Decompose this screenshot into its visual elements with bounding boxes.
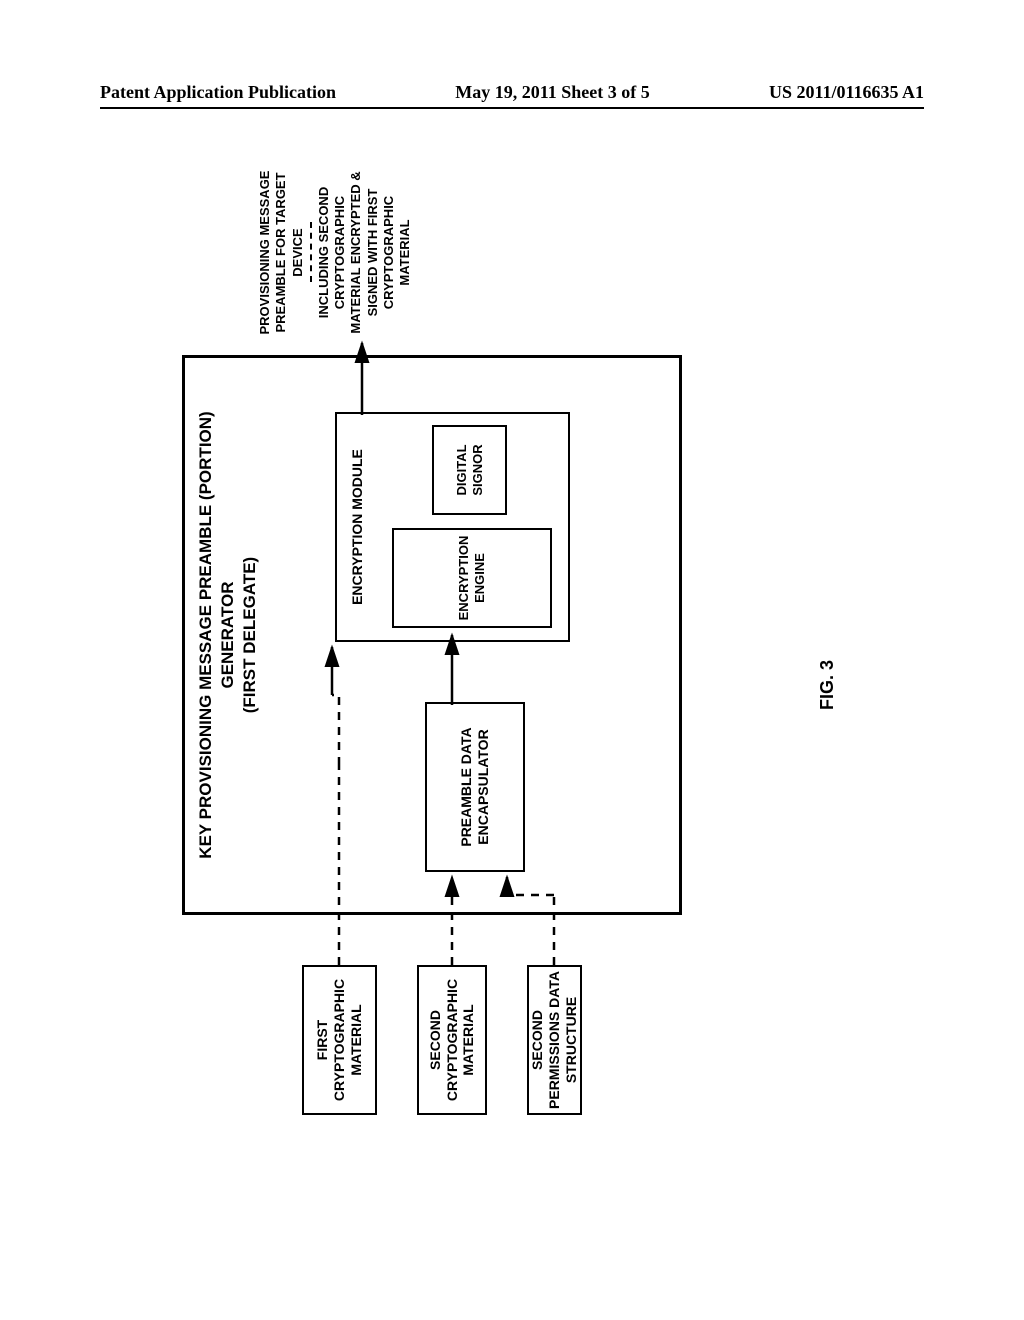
header-rule: [100, 107, 924, 109]
page-header: Patent Application Publication May 19, 2…: [0, 82, 1024, 109]
header-left: Patent Application Publication: [100, 82, 336, 103]
figure-label: FIG. 3: [817, 660, 838, 710]
header-center: May 19, 2011 Sheet 3 of 5: [455, 82, 649, 103]
figure-area: FIRST CRYPTOGRAPHIC MATERIAL SECOND CRYP…: [0, 140, 1024, 1190]
diagram-rotated: FIRST CRYPTOGRAPHIC MATERIAL SECOND CRYP…: [162, 215, 862, 1115]
header-right: US 2011/0116635 A1: [769, 82, 924, 103]
diagram-arrows: [162, 215, 862, 1115]
